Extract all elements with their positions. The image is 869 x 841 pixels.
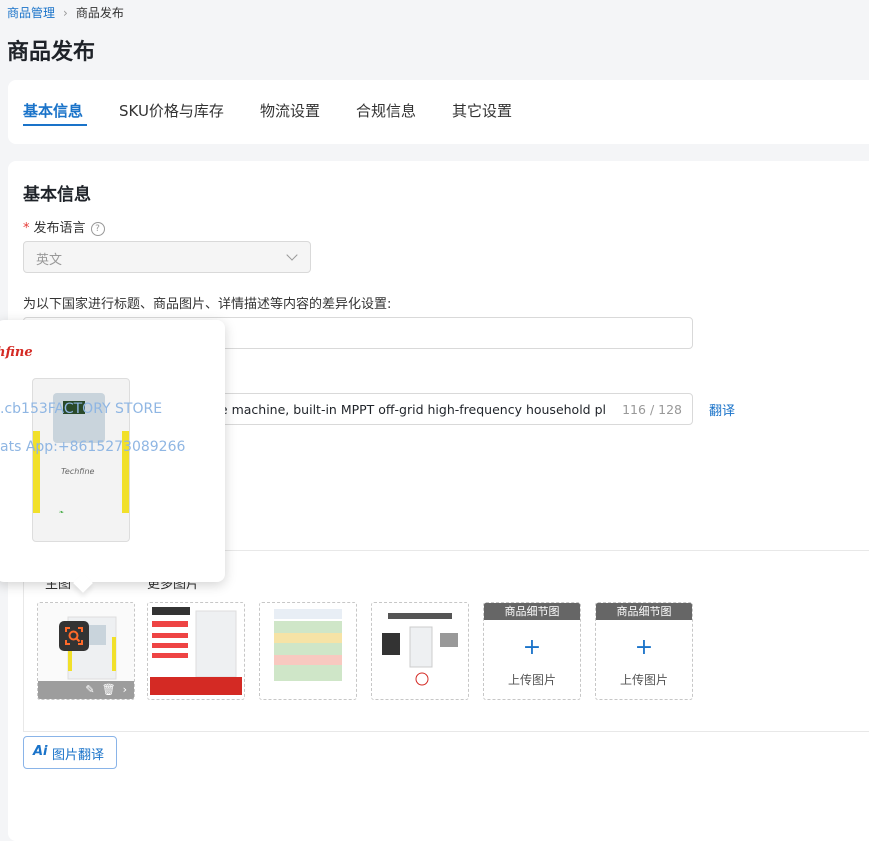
- plus-icon: +: [634, 635, 654, 660]
- required-mark: *: [23, 221, 30, 236]
- more-image-thumb-3[interactable]: [371, 602, 469, 700]
- help-icon[interactable]: ?: [90, 221, 105, 236]
- chevron-right-icon[interactable]: ›: [123, 683, 127, 696]
- tab-other-settings[interactable]: 其它设置: [452, 100, 512, 121]
- edit-icon[interactable]: ✎: [85, 683, 94, 696]
- upload-image-label: 上传图片: [619, 673, 668, 687]
- breadcrumb: 商品管理 › 商品发布: [7, 4, 124, 21]
- tab-basic-info[interactable]: 基本信息: [23, 100, 83, 121]
- detail-image-upload-2[interactable]: 商品细节图 + 上传图片: [595, 602, 693, 700]
- main-image-thumb[interactable]: ✎ 🗑 ›: [37, 602, 135, 700]
- more-image-thumb-2[interactable]: [259, 602, 357, 700]
- plus-icon: +: [522, 635, 542, 660]
- detail-image-upload-1[interactable]: 商品细节图 + 上传图片: [483, 602, 581, 700]
- brand-logo: hfine: [0, 345, 33, 360]
- chevron-down-icon: [286, 249, 298, 261]
- language-label-text: 发布语言: [33, 221, 86, 236]
- breadcrumb-parent-link[interactable]: 商品管理: [7, 6, 55, 20]
- translate-link[interactable]: 翻译: [709, 400, 735, 419]
- tab-logistics[interactable]: 物流设置: [260, 100, 320, 121]
- language-label: * 发布语言?: [23, 217, 105, 236]
- trash-icon[interactable]: 🗑: [102, 683, 116, 696]
- watermark-store: .cb153FACTORY STORE: [0, 401, 163, 417]
- image-preview-popover: hfine Techfine ❧ .cb153FACTORY STORE ats…: [0, 320, 225, 593]
- detail-image-header: 商品细节图: [484, 603, 580, 620]
- language-select[interactable]: 英文: [23, 241, 311, 273]
- tab-sku-price-stock[interactable]: SKU价格与库存: [119, 100, 224, 121]
- product-image: [148, 603, 244, 699]
- tab-bar: 基本信息 SKU价格与库存 物流设置 合规信息 其它设置: [8, 80, 869, 144]
- image-translate-button[interactable]: Ai 图片翻译: [23, 736, 117, 769]
- country-diff-label: 为以下国家进行标题、商品图片、详情描述等内容的差异化设置:: [23, 297, 392, 312]
- tab-compliance[interactable]: 合规信息: [356, 100, 416, 121]
- page-title: 商品发布: [7, 40, 96, 65]
- image-translate-label: 图片翻译: [52, 748, 105, 763]
- product-image: [260, 603, 356, 699]
- active-tab-indicator: [23, 124, 87, 126]
- upload-image-label: 上传图片: [507, 673, 556, 687]
- detail-image-header: 商品细节图: [596, 603, 692, 620]
- thumb-action-bar: ✎ 🗑 ›: [38, 681, 134, 699]
- section-title: 基本信息: [23, 185, 91, 205]
- more-image-thumb-1[interactable]: [147, 602, 245, 700]
- breadcrumb-current: 商品发布: [75, 6, 124, 20]
- language-select-value: 英文: [36, 253, 63, 268]
- product-image: [372, 603, 468, 699]
- breadcrumb-separator: ›: [63, 6, 68, 20]
- title-char-count: 116 / 128: [622, 402, 682, 417]
- watermark-app: ats App:+8615273089266: [0, 439, 186, 455]
- device-brand-label: Techfine: [61, 467, 95, 476]
- ai-icon: Ai: [33, 744, 48, 759]
- image-search-icon[interactable]: [59, 621, 89, 651]
- leaf-icon: ❧: [59, 509, 65, 516]
